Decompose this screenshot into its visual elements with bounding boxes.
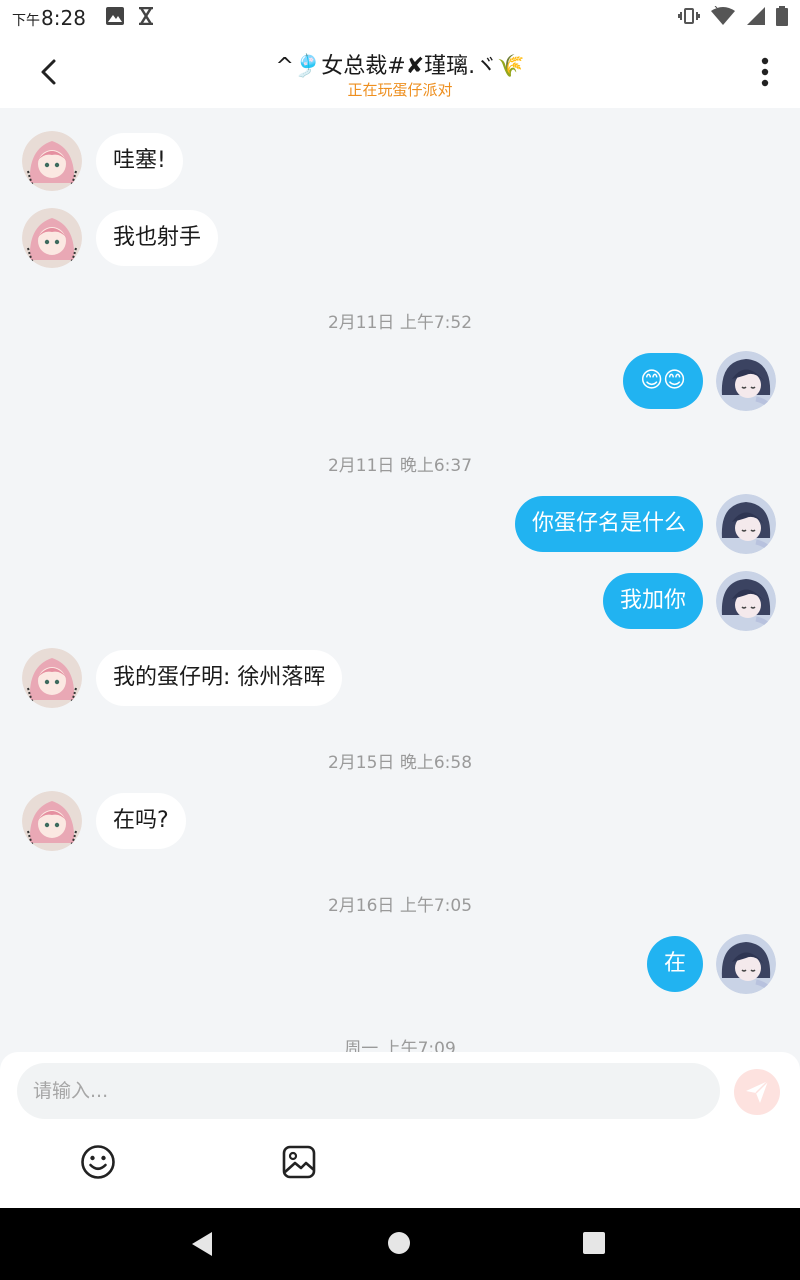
signal-icon bbox=[746, 6, 766, 30]
status-bar: 下午 8:28 bbox=[0, 0, 800, 36]
image-picker-button[interactable] bbox=[281, 1144, 317, 1180]
smiley-icon bbox=[81, 1145, 115, 1179]
chat-message-list[interactable]: 哇塞! 我也射手 2月11日 上午7:52 😊😊 2月11日 晚上6:37 你蛋… bbox=[0, 108, 800, 1052]
message-sent: 在 bbox=[646, 934, 776, 994]
system-nav-bar bbox=[0, 1208, 800, 1280]
message-received: 我的蛋仔明: 徐州落晖 bbox=[22, 648, 343, 708]
timestamp-divider: 2月11日 晚上6:37 bbox=[327, 456, 473, 476]
contact-avatar[interactable] bbox=[22, 648, 82, 708]
status-clock: 8:28 bbox=[41, 6, 86, 30]
more-options-button[interactable] bbox=[750, 52, 780, 92]
timestamp-divider: 2月15日 晚上6:58 bbox=[327, 753, 473, 773]
message-bubble[interactable]: 我加你 bbox=[602, 573, 703, 629]
status-ampm: 下午 bbox=[12, 13, 40, 29]
message-sent: 我加你 bbox=[602, 571, 776, 631]
image-icon bbox=[105, 7, 124, 29]
message-sent: 你蛋仔名是什么 bbox=[514, 494, 776, 554]
message-received: 哇塞! bbox=[22, 131, 183, 191]
message-bubble[interactable]: 你蛋仔名是什么 bbox=[514, 496, 703, 552]
timestamp-divider: 2月11日 上午7:52 bbox=[327, 313, 473, 333]
contact-avatar[interactable] bbox=[22, 791, 82, 851]
contact-name: ^🎐女总裁#✘瑾璃.ヾ🌾 bbox=[275, 54, 525, 79]
wifi-icon bbox=[710, 5, 736, 30]
message-bubble[interactable]: 在 bbox=[646, 936, 703, 992]
contact-status: 正在玩蛋仔派对 bbox=[347, 81, 453, 99]
contact-avatar[interactable] bbox=[22, 208, 82, 268]
send-icon bbox=[746, 1080, 769, 1103]
vibrate-icon bbox=[678, 7, 700, 29]
timestamp-divider: 周一 上午7:09 bbox=[344, 1039, 456, 1052]
chat-header: ^🎐女总裁#✘瑾璃.ヾ🌾 正在玩蛋仔派对 bbox=[0, 36, 800, 108]
input-panel bbox=[0, 1052, 800, 1208]
nav-back-button[interactable] bbox=[190, 1230, 214, 1262]
message-received: 在吗? bbox=[22, 791, 186, 851]
message-bubble[interactable]: 在吗? bbox=[96, 793, 186, 849]
hourglass-icon bbox=[138, 6, 154, 29]
contact-avatar[interactable] bbox=[22, 131, 82, 191]
status-time: 下午 8:28 bbox=[12, 6, 86, 30]
emoji-button[interactable] bbox=[80, 1144, 116, 1180]
user-avatar[interactable] bbox=[716, 494, 776, 554]
timestamp-divider: 2月16日 上午7:05 bbox=[327, 896, 473, 916]
message-sent: 😊😊 bbox=[623, 351, 776, 411]
more-vertical-icon bbox=[761, 57, 769, 87]
send-button[interactable] bbox=[734, 1069, 780, 1115]
message-bubble[interactable]: 我也射手 bbox=[96, 210, 219, 266]
user-avatar[interactable] bbox=[716, 351, 776, 411]
battery-icon bbox=[776, 6, 788, 30]
user-avatar[interactable] bbox=[716, 571, 776, 631]
image-icon bbox=[282, 1145, 316, 1179]
nav-home-icon[interactable] bbox=[388, 1232, 410, 1254]
message-bubble[interactable]: 哇塞! bbox=[96, 133, 183, 189]
message-bubble[interactable]: 我的蛋仔明: 徐州落晖 bbox=[96, 650, 343, 706]
nav-recents-icon[interactable] bbox=[583, 1232, 605, 1254]
message-bubble[interactable]: 😊😊 bbox=[623, 353, 703, 409]
message-received: 我也射手 bbox=[22, 208, 219, 268]
message-input[interactable] bbox=[17, 1063, 720, 1119]
user-avatar[interactable] bbox=[716, 934, 776, 994]
nav-back-icon bbox=[192, 1232, 212, 1256]
